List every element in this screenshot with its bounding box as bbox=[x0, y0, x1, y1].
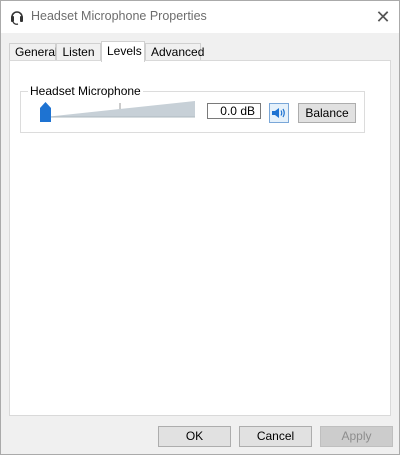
tab-listen[interactable]: Listen bbox=[56, 43, 101, 60]
close-icon: ✕ bbox=[375, 6, 391, 27]
balance-button[interactable]: Balance bbox=[298, 103, 356, 123]
window-title: Headset Microphone Properties bbox=[31, 9, 207, 23]
tab-advanced[interactable]: Advanced bbox=[145, 43, 204, 60]
tab-general[interactable]: General bbox=[9, 43, 58, 60]
volume-slider-track[interactable] bbox=[45, 101, 195, 118]
levels-panel: Headset Microphone 0.0 dB Balance bbox=[9, 60, 391, 416]
speaker-icon bbox=[272, 108, 285, 118]
properties-window: Headset Microphone Properties ✕ General … bbox=[0, 0, 400, 455]
apply-button[interactable]: Apply bbox=[320, 426, 393, 447]
title-bar: Headset Microphone Properties ✕ bbox=[1, 1, 399, 33]
headset-icon bbox=[11, 11, 23, 25]
close-button[interactable]: ✕ bbox=[367, 1, 399, 33]
tab-levels[interactable]: Levels bbox=[101, 41, 145, 62]
cancel-button[interactable]: Cancel bbox=[239, 426, 312, 447]
volume-slider-thumb[interactable] bbox=[40, 102, 51, 122]
device-label: Headset Microphone bbox=[28, 84, 143, 98]
level-value: 0.0 dB bbox=[207, 103, 261, 119]
ok-button[interactable]: OK bbox=[158, 426, 231, 447]
mute-button[interactable] bbox=[269, 103, 289, 123]
